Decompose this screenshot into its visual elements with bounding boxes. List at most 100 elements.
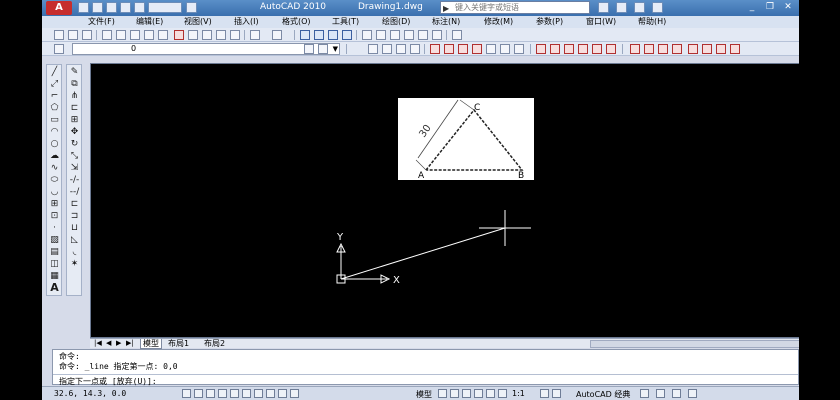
menu-view[interactable]: 视图(V) xyxy=(184,16,212,28)
point-icon[interactable]: · xyxy=(49,223,60,233)
sheet-set-icon[interactable] xyxy=(404,30,414,40)
dim-linear-icon[interactable] xyxy=(368,44,378,54)
ortho-mode-icon[interactable] xyxy=(206,389,215,398)
pan-icon[interactable] xyxy=(462,389,471,398)
help-icon[interactable] xyxy=(452,30,462,40)
menu-tools[interactable]: 工具(T) xyxy=(332,16,359,28)
menu-format[interactable]: 格式(O) xyxy=(282,16,311,28)
rectangle-icon[interactable]: ▭ xyxy=(49,115,60,125)
minimize-icon[interactable]: _ xyxy=(746,1,758,13)
new-icon[interactable] xyxy=(78,2,89,13)
application-menu-button[interactable]: A xyxy=(46,1,72,15)
extend-icon[interactable]: --/ xyxy=(69,187,80,197)
quickcalc-icon[interactable] xyxy=(432,30,442,40)
block-editor-icon[interactable] xyxy=(230,30,240,40)
make-current-layer-icon[interactable] xyxy=(304,44,314,54)
layer-properties-icon[interactable] xyxy=(54,44,64,54)
center-mark-icon[interactable] xyxy=(578,44,588,54)
offset-icon[interactable]: ⊏ xyxy=(69,103,80,113)
redo-icon[interactable] xyxy=(186,2,197,13)
dim-baseline-icon[interactable] xyxy=(500,44,510,54)
multiline-text-icon[interactable]: A xyxy=(49,282,60,293)
dim-style-control-icon[interactable] xyxy=(716,44,726,54)
close-icon[interactable]: ✕ xyxy=(782,1,794,13)
tab-layout1[interactable]: 布局1 xyxy=(166,339,191,348)
move-icon[interactable]: ✥ xyxy=(69,127,80,137)
construction-line-icon[interactable]: ⤢ xyxy=(49,79,60,89)
plot-preview-icon[interactable] xyxy=(116,30,126,40)
quick-view-drawings-icon[interactable] xyxy=(450,389,459,398)
model-space-toggle[interactable]: 模型 xyxy=(416,389,432,400)
workspace-switch[interactable]: AutoCAD 经典 xyxy=(576,389,630,400)
coordinates-readout[interactable]: 32.6, 14.3, 0.0 xyxy=(54,389,126,398)
dim-ordinate-icon[interactable] xyxy=(410,44,420,54)
zoom-icon[interactable] xyxy=(474,389,483,398)
last-tab-icon[interactable]: ▶| xyxy=(126,339,134,348)
plot-icon[interactable] xyxy=(102,30,112,40)
copy-icon[interactable] xyxy=(188,30,198,40)
open-icon[interactable] xyxy=(92,2,103,13)
dim-break-icon[interactable] xyxy=(550,44,560,54)
menu-parametric[interactable]: 参数(P) xyxy=(536,16,563,28)
workspace-quick-dropdown[interactable] xyxy=(148,2,182,13)
communication-icon[interactable] xyxy=(616,2,627,13)
line-icon[interactable]: ╱ xyxy=(49,67,60,77)
design-center-icon[interactable] xyxy=(376,30,386,40)
auto-scale-icon[interactable] xyxy=(552,389,561,398)
spline-icon[interactable]: ∿ xyxy=(49,163,60,173)
jogged-linear-icon[interactable] xyxy=(606,44,616,54)
circle-icon[interactable]: ○ xyxy=(49,139,60,149)
markup-icon[interactable] xyxy=(418,30,428,40)
new-icon[interactable] xyxy=(54,30,64,40)
clean-screen-icon[interactable] xyxy=(688,389,697,398)
polyline-icon[interactable]: ⌐ xyxy=(49,91,60,101)
scale-icon[interactable]: ⤡ xyxy=(69,151,80,161)
dim-jogged-icon[interactable] xyxy=(444,44,454,54)
horizontal-scrollbar[interactable] xyxy=(590,340,799,348)
menu-file[interactable]: 文件(F) xyxy=(88,16,115,28)
object-snap-icon[interactable] xyxy=(230,389,239,398)
help-search-input[interactable]: ▶ 键入关键字或短语 xyxy=(440,1,590,14)
dim-layer-icon[interactable] xyxy=(730,44,740,54)
dim-reassociate-icon[interactable] xyxy=(702,44,712,54)
grid-display-icon[interactable] xyxy=(194,389,203,398)
properties-icon[interactable] xyxy=(362,30,372,40)
chamfer-icon[interactable]: ◺ xyxy=(69,235,80,245)
mirror-icon[interactable]: ⋔ xyxy=(69,91,80,101)
object-snap-tracking-icon[interactable] xyxy=(242,389,251,398)
etransmit-icon[interactable] xyxy=(158,30,168,40)
dynamic-input-icon[interactable] xyxy=(266,389,275,398)
dim-space-icon[interactable] xyxy=(536,44,546,54)
layer-dropdown[interactable]: 0 ▼ xyxy=(72,43,340,55)
tolerance-icon[interactable] xyxy=(564,44,574,54)
dim-angular-icon[interactable] xyxy=(472,44,482,54)
favorites-star-icon[interactable] xyxy=(634,2,645,13)
dim-aligned-icon[interactable] xyxy=(382,44,392,54)
dim-arc-icon[interactable] xyxy=(396,44,406,54)
prev-tab-icon[interactable]: ◀ xyxy=(106,339,111,348)
menu-dimension[interactable]: 标注(N) xyxy=(432,16,460,28)
break-icon[interactable]: ⊐ xyxy=(69,211,80,221)
quick-properties-icon[interactable] xyxy=(290,389,299,398)
showmotion-icon[interactable] xyxy=(498,389,507,398)
table-icon[interactable]: ▦ xyxy=(49,271,60,281)
dim-continue-icon[interactable] xyxy=(514,44,524,54)
gradient-icon[interactable]: ▤ xyxy=(49,247,60,257)
print-icon[interactable] xyxy=(120,2,131,13)
arc-icon[interactable]: ◠ xyxy=(49,127,60,137)
first-tab-icon[interactable]: |◀ xyxy=(94,339,102,348)
annotation-scale[interactable]: 1:1 xyxy=(512,389,525,398)
inspection-icon[interactable] xyxy=(592,44,602,54)
tab-layout2[interactable]: 布局2 xyxy=(202,339,227,348)
open-icon[interactable] xyxy=(68,30,78,40)
restore-icon[interactable]: ❐ xyxy=(764,1,776,13)
dim-style-icon[interactable] xyxy=(672,44,682,54)
dim-update-icon[interactable] xyxy=(658,44,668,54)
hardware-acceleration-icon[interactable] xyxy=(656,389,665,398)
save-icon[interactable] xyxy=(106,2,117,13)
dim-text-edit-icon[interactable] xyxy=(644,44,654,54)
isolate-objects-icon[interactable] xyxy=(672,389,681,398)
quick-view-layouts-icon[interactable] xyxy=(438,389,447,398)
array-icon[interactable]: ⊞ xyxy=(69,115,80,125)
zoom-window-icon[interactable] xyxy=(328,30,338,40)
